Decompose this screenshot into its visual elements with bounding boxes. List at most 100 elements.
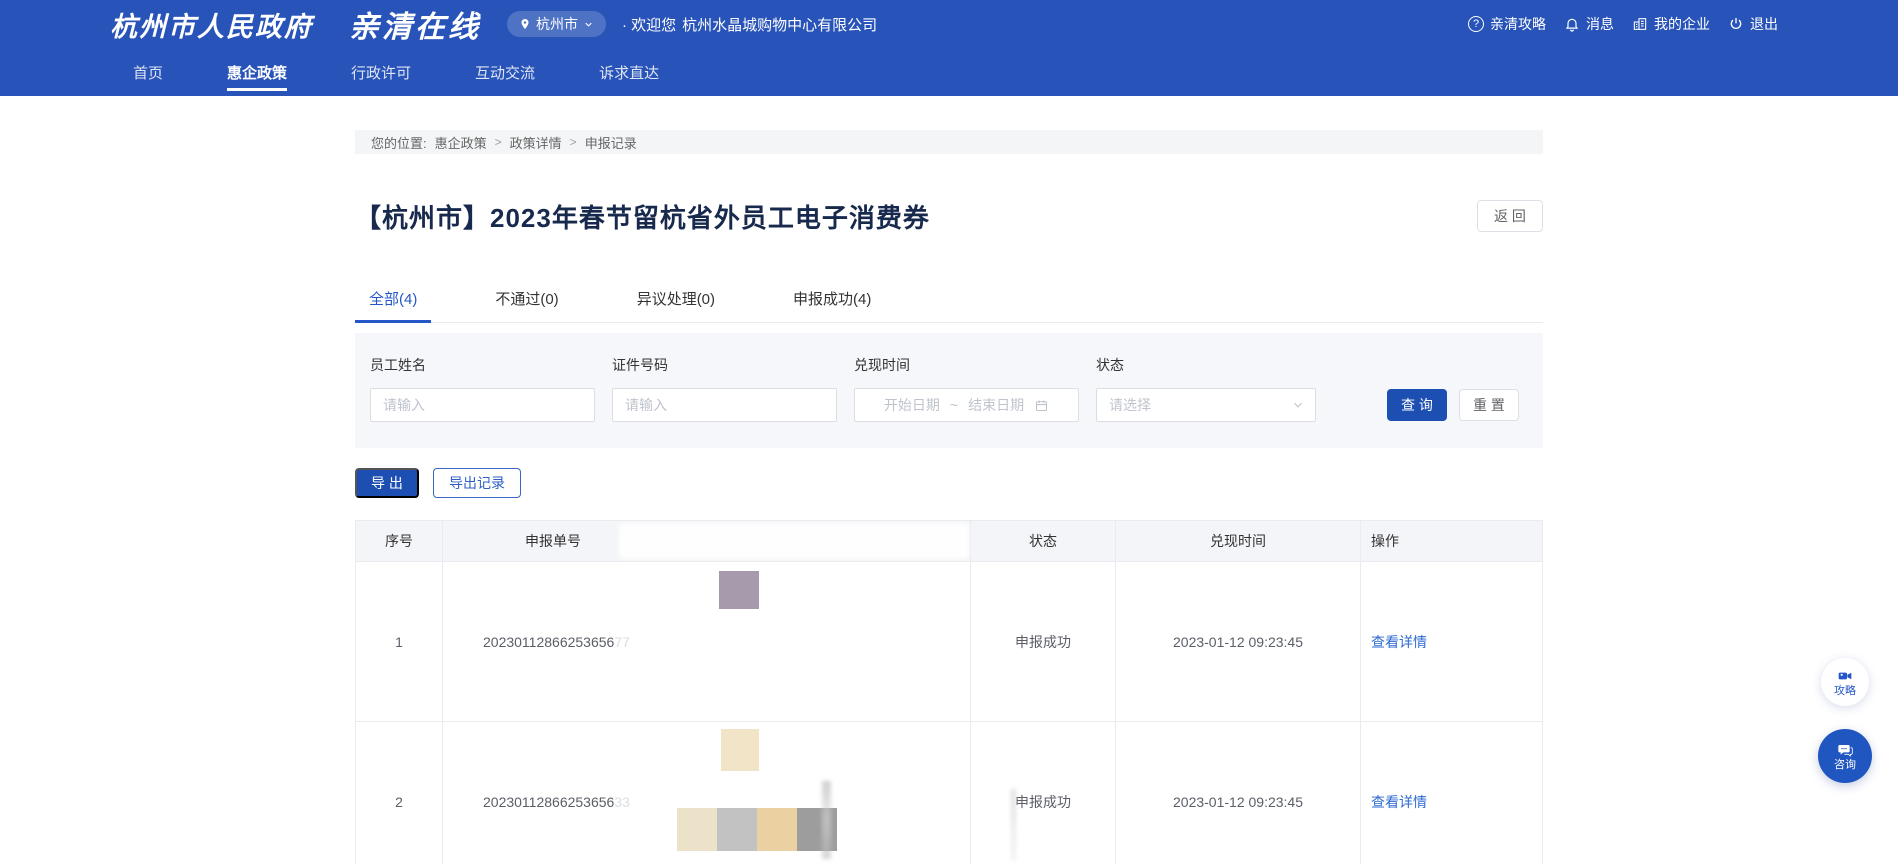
tab-all[interactable]: 全部(4) (355, 278, 431, 322)
filter-panel: 员工姓名 证件号码 兑现时间 开始日期 ~ 结束日期 状态 请选择 查 询 (355, 333, 1543, 448)
breadcrumb-separator: > (495, 135, 502, 149)
application-no-visible: 20230112866253656 (483, 794, 614, 810)
cell-application-no: 2023011286625365677 (443, 561, 971, 721)
cell-redeem-time: 2023-01-12 09:23:45 (1116, 561, 1361, 721)
menu-item-my-enterprise[interactable]: 我的企业 (1632, 14, 1710, 34)
table-row: 2 2023011286625365633 申报成功 2023-01-12 09… (356, 721, 1542, 864)
application-no-faded: 33 (614, 794, 630, 810)
cell-index: 2 (356, 721, 443, 864)
records-table: 序号 申报单号 状态 兑现时间 操作 1 2023011286625365677… (355, 520, 1543, 864)
location-label: 杭州市 (536, 14, 578, 34)
location-selector[interactable]: 杭州市 (507, 11, 606, 37)
location-pin-icon (519, 18, 531, 30)
tab-success[interactable]: 申报成功(4) (779, 278, 885, 322)
nav-item-interaction[interactable]: 互动交流 (475, 48, 535, 96)
table-header-row: 序号 申报单号 状态 兑现时间 操作 (356, 521, 1542, 561)
header-menu: ? 亲清攻略 消息 我的企业 退出 (1468, 14, 1778, 34)
column-header-redeem-time: 兑现时间 (1116, 521, 1361, 561)
main-nav: 首页 惠企政策 行政许可 互动交流 诉求直达 (0, 48, 1898, 96)
content-container: 您的位置: 惠企政策 > 政策详情 > 申报记录 【杭州市】2023年春节留杭省… (355, 130, 1543, 864)
menu-label: 我的企业 (1654, 14, 1710, 34)
video-camera-icon (1837, 668, 1853, 684)
consult-label: 咨询 (1834, 759, 1856, 771)
breadcrumb-item-policy-detail[interactable]: 政策详情 (510, 133, 562, 152)
search-button[interactable]: 查 询 (1387, 389, 1447, 421)
breadcrumb-item-current: 申报记录 (585, 133, 637, 152)
menu-item-logout[interactable]: 退出 (1728, 14, 1778, 34)
menu-item-guide[interactable]: ? 亲清攻略 (1468, 14, 1546, 34)
tab-objection[interactable]: 异议处理(0) (623, 278, 729, 322)
menu-item-messages[interactable]: 消息 (1564, 14, 1614, 34)
end-date-placeholder: 结束日期 (968, 395, 1024, 415)
application-no-faded: 77 (614, 634, 630, 650)
cell-status: 申报成功 (971, 721, 1116, 864)
field-status: 状态 请选择 (1096, 355, 1316, 422)
table-row: 1 2023011286625365677 申报成功 2023-01-12 09… (356, 561, 1542, 721)
menu-label: 消息 (1586, 14, 1614, 34)
cell-application-no: 2023011286625365633 (443, 721, 971, 864)
bell-icon (1564, 16, 1580, 32)
nav-item-administrative-license[interactable]: 行政许可 (351, 48, 411, 96)
menu-label: 退出 (1750, 14, 1778, 34)
employee-name-label: 员工姓名 (370, 355, 595, 375)
field-id-number: 证件号码 (612, 355, 837, 422)
guide-label: 攻略 (1834, 685, 1856, 697)
question-circle-icon: ? (1468, 16, 1484, 32)
title-row: 【杭州市】2023年春节留杭省外员工电子消费券 返 回 (355, 198, 1543, 234)
filter-actions: 查 询 重 置 (1387, 355, 1519, 422)
nav-item-home[interactable]: 首页 (133, 48, 163, 96)
chat-bubble-icon (1837, 742, 1853, 758)
brand-logo: 亲清在线 (349, 2, 481, 46)
welcome-message: · 欢迎您 杭州水晶城购物中心有限公司 (622, 14, 877, 35)
application-no-visible: 20230112866253656 (483, 634, 614, 650)
breadcrumb-prefix: 您的位置: (371, 133, 427, 152)
column-header-application-no: 申报单号 (443, 521, 971, 561)
floating-consult-button[interactable]: 咨询 (1818, 729, 1872, 783)
export-toolbar: 导 出 导出记录 (355, 468, 1543, 498)
nav-item-appeal[interactable]: 诉求直达 (599, 48, 659, 96)
redeem-time-label: 兑现时间 (854, 355, 1079, 375)
start-date-placeholder: 开始日期 (884, 395, 940, 415)
export-button[interactable]: 导 出 (355, 468, 419, 498)
column-header-status: 状态 (971, 521, 1116, 561)
cell-status: 申报成功 (971, 561, 1116, 721)
header-top-bar: 杭州市人民政府 亲清在线 杭州市 · 欢迎您 杭州水晶城购物中心有限公司 ? 亲… (0, 0, 1898, 48)
tab-rejected[interactable]: 不通过(0) (481, 278, 572, 322)
building-icon (1632, 16, 1648, 32)
gov-logo: 杭州市人民政府 (110, 5, 313, 44)
page-title: 【杭州市】2023年春节留杭省外员工电子消费券 (355, 198, 930, 235)
status-select[interactable]: 请选择 (1096, 388, 1316, 422)
menu-label: 亲清攻略 (1490, 14, 1546, 34)
status-tabs: 全部(4) 不通过(0) 异议处理(0) 申报成功(4) (355, 278, 1543, 323)
reset-button[interactable]: 重 置 (1459, 389, 1519, 421)
field-redeem-time: 兑现时间 开始日期 ~ 结束日期 (854, 355, 1079, 422)
status-select-placeholder: 请选择 (1109, 395, 1151, 415)
field-employee-name: 员工姓名 (370, 355, 595, 422)
cell-redeem-time: 2023-01-12 09:23:45 (1116, 721, 1361, 864)
id-number-input[interactable] (612, 388, 837, 422)
company-name: 杭州水晶城购物中心有限公司 (682, 14, 877, 35)
chevron-down-icon (583, 19, 594, 30)
date-range-picker[interactable]: 开始日期 ~ 结束日期 (854, 388, 1079, 422)
date-range-separator: ~ (950, 397, 958, 413)
nav-item-enterprise-policy[interactable]: 惠企政策 (227, 48, 287, 96)
view-detail-link[interactable]: 查看详情 (1371, 632, 1427, 652)
employee-name-input[interactable] (370, 388, 595, 422)
power-icon (1728, 16, 1744, 32)
calendar-icon (1034, 398, 1049, 413)
welcome-prefix: · 欢迎您 (622, 14, 676, 35)
column-header-action: 操作 (1361, 521, 1542, 561)
breadcrumb-item-policy[interactable]: 惠企政策 (435, 133, 487, 152)
site-header: 杭州市人民政府 亲清在线 杭州市 · 欢迎您 杭州水晶城购物中心有限公司 ? 亲… (0, 0, 1898, 96)
view-detail-link[interactable]: 查看详情 (1371, 792, 1427, 812)
breadcrumb: 您的位置: 惠企政策 > 政策详情 > 申报记录 (355, 130, 1543, 154)
id-number-label: 证件号码 (612, 355, 837, 375)
breadcrumb-separator: > (570, 135, 577, 149)
back-button[interactable]: 返 回 (1477, 200, 1543, 232)
cell-index: 1 (356, 561, 443, 721)
column-header-index: 序号 (356, 521, 443, 561)
export-record-button[interactable]: 导出记录 (433, 468, 521, 498)
floating-guide-button[interactable]: 攻略 (1821, 658, 1869, 706)
chevron-down-icon (1291, 398, 1305, 412)
status-label: 状态 (1096, 355, 1316, 375)
